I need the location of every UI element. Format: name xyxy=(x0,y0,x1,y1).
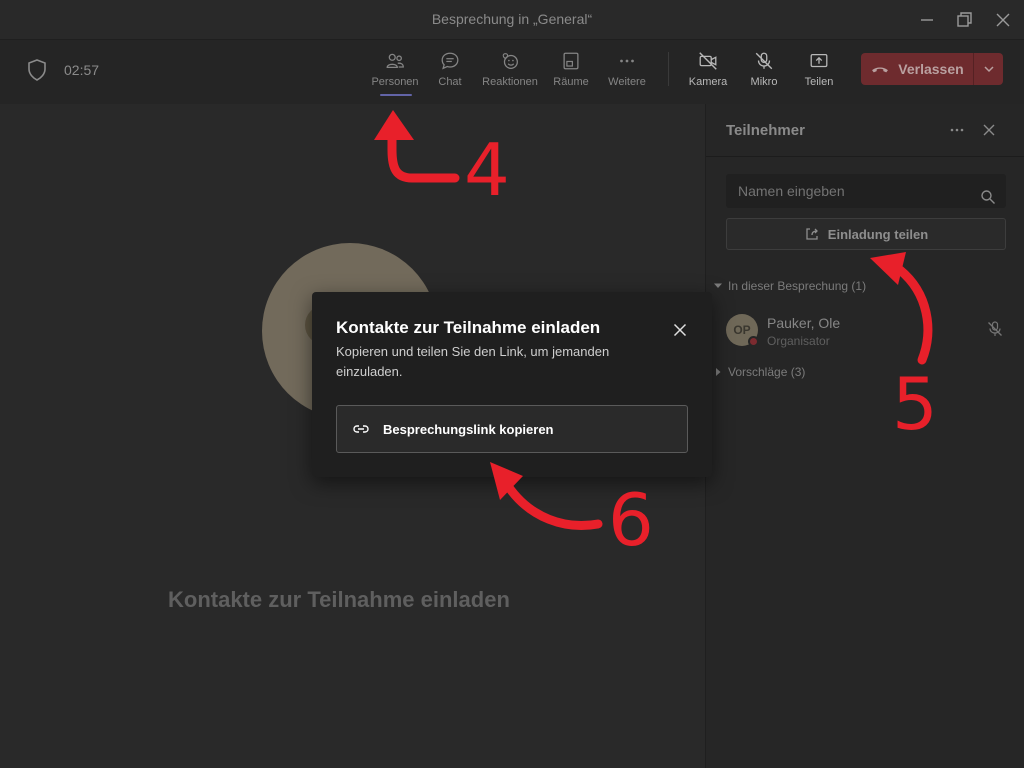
people-button[interactable]: Personen xyxy=(365,50,425,98)
meeting-toolbar: 02:57 Personen Chat Reaktionen Räume Wei… xyxy=(0,40,1024,104)
share-icon xyxy=(806,228,818,240)
reactions-button[interactable]: Reaktionen xyxy=(480,50,540,98)
leave-label: Verlassen xyxy=(898,61,964,77)
mic-button[interactable]: Mikro xyxy=(734,50,794,98)
camera-label: Kamera xyxy=(688,76,728,88)
title-bar: Besprechung in „General“ xyxy=(0,0,1024,40)
section-suggestions-label: Vorschläge (3) xyxy=(728,365,806,379)
minimize-icon[interactable] xyxy=(915,8,939,32)
close-icon[interactable] xyxy=(670,320,690,340)
chat-icon xyxy=(441,52,459,70)
close-window-icon[interactable] xyxy=(991,8,1015,32)
link-icon xyxy=(353,425,369,433)
toolbar-separator xyxy=(668,52,669,86)
camera-button[interactable]: Kamera xyxy=(678,50,738,98)
search-icon[interactable] xyxy=(980,183,996,204)
participant-search xyxy=(726,174,1006,208)
share-screen-icon xyxy=(810,53,828,68)
shield-icon[interactable] xyxy=(26,58,48,82)
section-suggestions[interactable]: Vorschläge (3) xyxy=(714,365,805,379)
panel-divider xyxy=(706,156,1024,157)
participant-row[interactable]: OP Pauker, Ole Organisator xyxy=(726,312,1016,352)
mic-label: Mikro xyxy=(750,76,778,88)
share-label: Teilen xyxy=(804,76,834,88)
dialog-title: Kontakte zur Teilnahme einladen xyxy=(336,318,601,337)
share-button[interactable]: Teilen xyxy=(789,50,849,98)
chat-label: Chat xyxy=(438,76,462,88)
panel-title: Teilnehmer xyxy=(726,122,805,139)
share-invite-button[interactable]: Einladung teilen xyxy=(726,218,1006,250)
chat-button[interactable]: Chat xyxy=(420,50,480,98)
copy-meeting-link-button[interactable]: Besprechungslink kopieren xyxy=(336,405,688,453)
dialog-description: Kopieren und teilen Sie den Link, um jem… xyxy=(336,344,610,379)
breakout-rooms-icon xyxy=(563,52,579,70)
caret-down-icon xyxy=(714,283,722,288)
people-label: Personen xyxy=(371,76,419,88)
panel-more-icon[interactable] xyxy=(947,120,967,140)
reactions-label: Reaktionen xyxy=(482,76,538,88)
section-in-meeting-label: In dieser Besprechung (1) xyxy=(728,279,867,293)
invite-dialog: Kontakte zur Teilnahme einladen Kopieren… xyxy=(312,292,712,477)
more-actions-button[interactable]: Weitere xyxy=(597,50,657,98)
rooms-button[interactable]: Räume xyxy=(541,50,601,98)
share-invite-label: Einladung teilen xyxy=(827,226,929,242)
active-tab-indicator xyxy=(380,94,412,96)
annotation-marker-5: 5 xyxy=(892,362,938,446)
meeting-timer: 02:57 xyxy=(64,62,100,78)
camera-off-icon xyxy=(699,52,717,70)
participant-role: Organisator xyxy=(767,334,830,348)
caret-right-icon xyxy=(716,368,721,376)
participant-search-input[interactable] xyxy=(738,183,968,199)
participants-panel: Teilnehmer Einladung teilen In dieser Be… xyxy=(705,104,1024,768)
window-title: Besprechung in „General“ xyxy=(431,11,593,27)
hang-up-icon xyxy=(872,67,889,73)
rooms-label: Räume xyxy=(553,76,589,88)
stage-invite-title: Kontakte zur Teilnahme einladen xyxy=(168,587,510,612)
more-icon xyxy=(620,59,634,63)
leave-button[interactable]: Verlassen xyxy=(861,53,973,85)
leave-options-button[interactable] xyxy=(974,53,1003,85)
annotation-marker-6: 6 xyxy=(608,478,654,562)
restore-icon[interactable] xyxy=(952,8,976,32)
section-in-meeting[interactable]: In dieser Besprechung (1) xyxy=(714,279,866,293)
panel-close-icon[interactable] xyxy=(979,120,999,140)
copy-meeting-link-label: Besprechungslink kopieren xyxy=(383,421,554,437)
chevron-down-icon xyxy=(983,66,994,73)
mic-muted-icon xyxy=(986,320,1004,338)
mic-off-icon xyxy=(755,52,773,70)
annotation-marker-4: 4 xyxy=(464,128,510,212)
presence-status-badge xyxy=(748,336,759,347)
participant-name: Pauker, Ole xyxy=(767,315,841,331)
more-label: Weitere xyxy=(608,76,646,88)
leave-button-group: Verlassen xyxy=(861,53,1003,85)
reactions-icon xyxy=(502,53,518,69)
people-icon xyxy=(386,53,404,69)
